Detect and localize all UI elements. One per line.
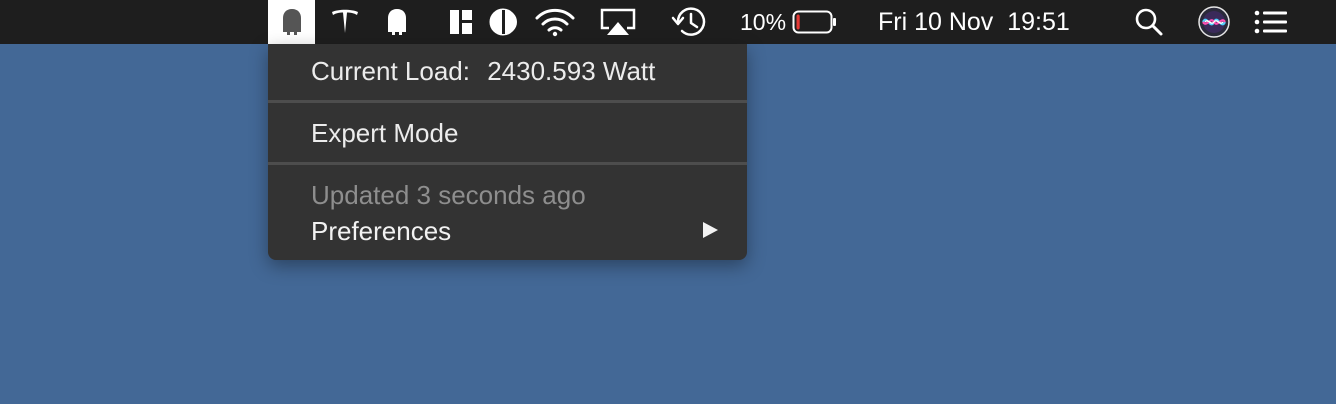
airplay-menu-item[interactable] — [598, 0, 638, 44]
notification-center-icon — [1254, 9, 1288, 35]
siri-icon — [1198, 6, 1230, 38]
preferences-menu-item[interactable]: Preferences — [268, 210, 747, 250]
notification-center-menu-item[interactable] — [1251, 0, 1291, 44]
siri-menu-item[interactable] — [1196, 0, 1232, 44]
battery-icon — [792, 9, 838, 35]
display-contrast-menu-item[interactable] — [486, 0, 520, 44]
airplay-icon — [599, 7, 637, 37]
tesla-menu-item[interactable] — [326, 0, 364, 44]
date-time: Fri 10 Nov 19:51 — [878, 7, 1070, 36]
menu-separator — [268, 100, 747, 103]
wifi-icon — [534, 7, 576, 37]
spotlight-menu-item[interactable] — [1131, 0, 1167, 44]
expert-mode-menu-item[interactable]: Expert Mode — [311, 118, 458, 149]
updated-status: Updated 3 seconds ago — [311, 180, 586, 211]
expert-mode-label: Expert Mode — [311, 118, 459, 148]
tesla-logo-icon — [330, 9, 360, 35]
power-monitor-icon — [280, 8, 304, 36]
contrast-icon — [489, 8, 517, 36]
updated-status-label: Updated 3 seconds ago — [311, 180, 586, 210]
wifi-menu-item[interactable] — [531, 0, 579, 44]
time-machine-icon — [670, 5, 708, 39]
clock-menu-item[interactable]: Fri 10 Nov 19:51 — [878, 0, 1098, 44]
preferences-label: Preferences — [311, 216, 452, 246]
battery-menu-item[interactable]: 10% — [740, 0, 844, 44]
current-load-value: 2430.593 Watt — [487, 56, 656, 86]
current-load-label: Current Load: — [311, 56, 470, 86]
current-load-row: Current Load: 2430.593 Watt — [311, 56, 655, 87]
spotlight-search-icon — [1134, 7, 1164, 37]
menu-bar: 10% Fri 10 Nov 19:51 — [0, 0, 1336, 44]
layout-menu-item[interactable] — [445, 0, 477, 44]
battery-percent: 10% — [740, 8, 787, 35]
status-dropdown-menu: Current Load: 2430.593 Watt Expert Mode … — [268, 44, 747, 260]
power-monitor-menu-item[interactable] — [268, 0, 315, 44]
house-icon — [385, 8, 409, 36]
menu-separator — [268, 162, 747, 165]
grid-layout-icon — [449, 9, 473, 35]
submenu-arrow-icon — [701, 221, 719, 244]
time-machine-menu-item[interactable] — [668, 0, 710, 44]
house-menu-item[interactable] — [381, 0, 413, 44]
